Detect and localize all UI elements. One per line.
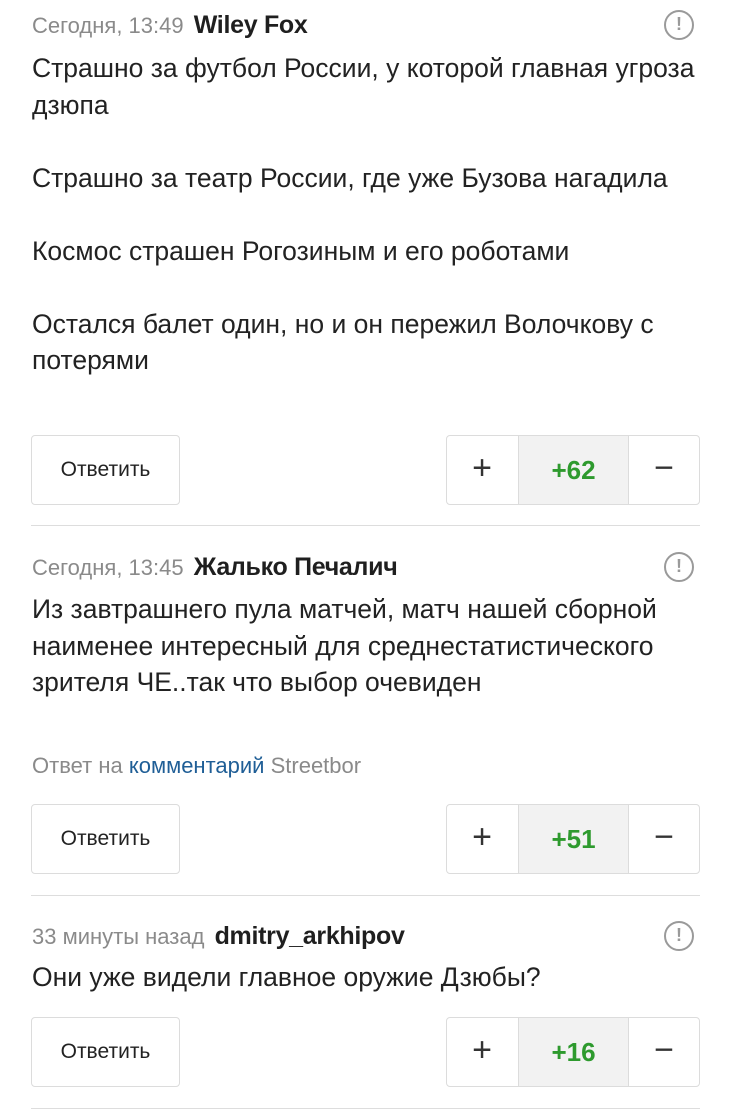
- downvote-button[interactable]: −: [629, 1018, 699, 1086]
- reply-to-line: Ответ на комментарий Streetbor: [32, 751, 361, 781]
- upvote-button[interactable]: +: [447, 436, 517, 504]
- reply-button[interactable]: Ответить: [31, 1017, 180, 1087]
- reply-button[interactable]: Ответить: [31, 804, 180, 874]
- comment-time: Сегодня, 13:49: [32, 13, 184, 38]
- downvote-button[interactable]: −: [629, 436, 699, 504]
- divider: [31, 1108, 700, 1109]
- comment-text: Страшно за футбол России, у которой глав…: [32, 53, 695, 375]
- vote-control: + +51 −: [446, 804, 700, 874]
- reply-to-prefix: Ответ на: [32, 753, 123, 778]
- upvote-button[interactable]: +: [447, 805, 517, 873]
- comment-score: +51: [518, 805, 629, 873]
- report-icon[interactable]: !: [664, 552, 694, 582]
- comment-text: Они уже видели главное оружие Дзюбы?: [32, 962, 541, 992]
- divider: [31, 895, 700, 896]
- comment-time: 33 минуты назад: [32, 924, 205, 949]
- reply-button[interactable]: Ответить: [31, 435, 180, 505]
- vote-control: + +16 −: [446, 1017, 700, 1087]
- comment-meta: Сегодня, 13:49 Wiley Fox: [32, 10, 308, 41]
- comment-meta: 33 минуты назад dmitry_arkhipov: [32, 921, 405, 952]
- report-icon[interactable]: !: [664, 921, 694, 951]
- comment-meta: Сегодня, 13:45 Жалько Печалич: [32, 552, 398, 583]
- vote-control: + +62 −: [446, 435, 700, 505]
- comment-author[interactable]: Wiley Fox: [194, 11, 308, 39]
- comment-text: Из завтрашнего пула матчей, матч нашей с…: [32, 594, 665, 697]
- comment-author[interactable]: dmitry_arkhipov: [215, 922, 405, 950]
- comment-score: +62: [518, 436, 629, 504]
- divider: [31, 525, 700, 526]
- reply-to-comment-link[interactable]: комментарий: [129, 753, 265, 778]
- comment-feed: Сегодня, 13:49 Wiley Fox ! Страшно за фу…: [0, 0, 730, 1117]
- comment-author[interactable]: Жалько Печалич: [194, 553, 398, 581]
- comment-time: Сегодня, 13:45: [32, 555, 184, 580]
- comment-score: +16: [518, 1018, 629, 1086]
- reply-to-user[interactable]: Streetbor: [271, 753, 362, 778]
- downvote-button[interactable]: −: [629, 805, 699, 873]
- upvote-button[interactable]: +: [447, 1018, 517, 1086]
- report-icon[interactable]: !: [664, 10, 694, 40]
